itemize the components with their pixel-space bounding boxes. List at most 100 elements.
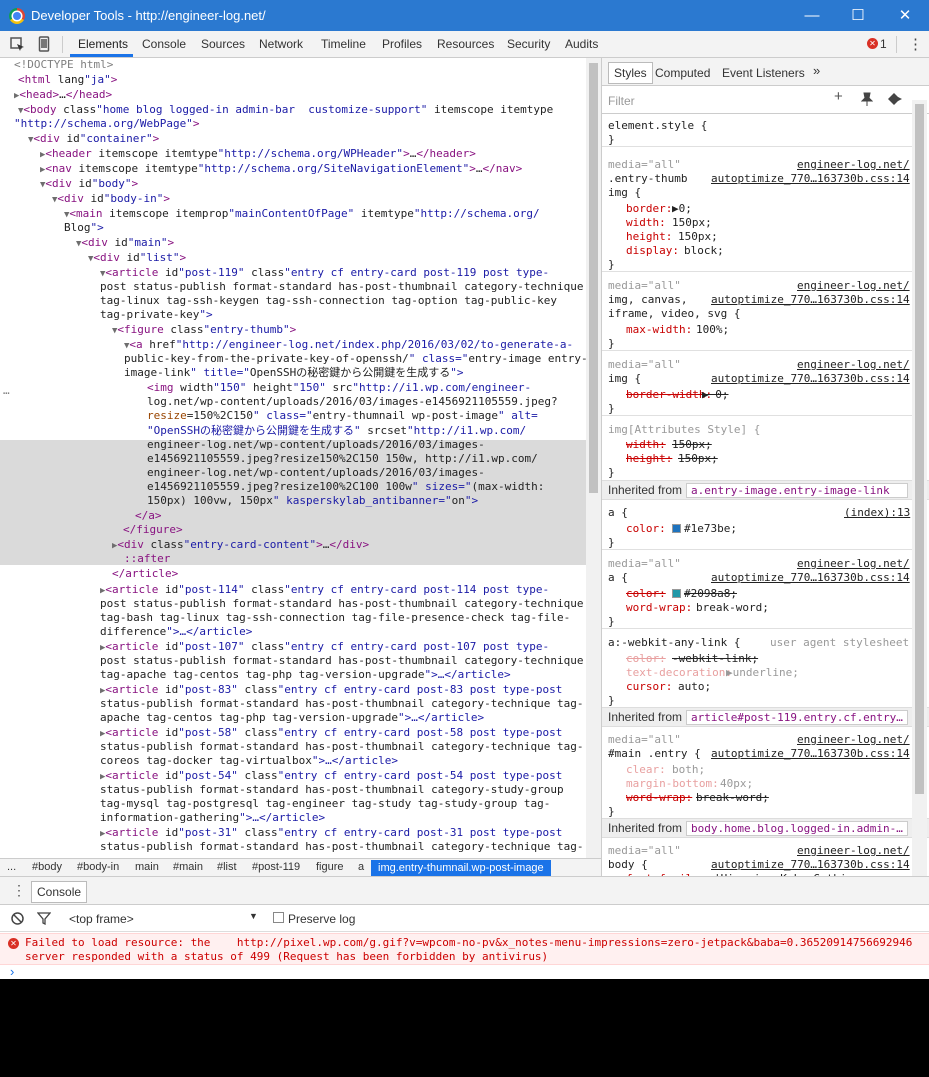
dom-node-line[interactable]: <html lang"ja">: [18, 73, 117, 87]
stylesheet-source-link[interactable]: engineer-log.net/: [797, 358, 910, 372]
css-property-name[interactable]: height:: [626, 230, 672, 244]
dom-node-line[interactable]: ▶<article id"post-83" class"entry cf ent…: [100, 683, 562, 697]
inspect-element-icon[interactable]: [10, 37, 25, 52]
breadcrumb-item[interactable]: #list: [217, 861, 237, 873]
inherited-selector-link[interactable]: body.home.blog.logged-in.admin-…: [686, 821, 908, 836]
css-property-name[interactable]: width:: [626, 216, 666, 230]
css-property-name[interactable]: display:: [626, 244, 679, 258]
dom-node-line[interactable]: <!DOCTYPE html>: [14, 58, 113, 72]
css-property-name[interactable]: color:: [626, 587, 666, 601]
dom-node-line[interactable]: log.net/wp-content/uploads/2016/03/image…: [147, 395, 558, 409]
dom-node-line[interactable]: post status-publish format-standard has-…: [100, 280, 583, 294]
tab-styles[interactable]: Styles: [608, 62, 653, 85]
dom-node-line[interactable]: 150px) 100vw, 150px" kasperskylab_antiba…: [147, 494, 478, 508]
inherited-selector-link[interactable]: article#post-119.entry.cf.entry…: [686, 710, 908, 725]
dom-node-line[interactable]: ▶<nav itemscope itemtype"http://schema.o…: [40, 162, 522, 176]
color-swatch[interactable]: [672, 524, 681, 533]
dom-node-line[interactable]: </figure>: [123, 523, 183, 537]
dom-node-line[interactable]: tag-apache tag-centos tag-php tag-versio…: [100, 668, 511, 682]
tab-security[interactable]: Security: [507, 37, 550, 51]
css-property-value[interactable]: 150px;: [678, 230, 718, 244]
breadcrumb-item[interactable]: a: [358, 861, 364, 873]
dom-node-line[interactable]: ▼<article id"post-119" class"entry cf en…: [100, 266, 549, 280]
css-property-name[interactable]: border:: [626, 202, 672, 216]
stylesheet-source-link[interactable]: engineer-log.net/: [797, 279, 910, 293]
stylesheet-source-link[interactable]: autoptimize_770…163730b.css:14: [711, 858, 910, 872]
minimize-button[interactable]: —: [789, 0, 835, 31]
error-count[interactable]: 1: [880, 37, 887, 51]
css-property-value[interactable]: block;: [684, 244, 724, 258]
dom-node-line[interactable]: ▼<main itemscope itemprop"mainContentOfP…: [64, 207, 540, 221]
stylesheet-source-link[interactable]: autoptimize_770…163730b.css:14: [711, 372, 910, 386]
css-property-name[interactable]: word-wrap:: [626, 791, 692, 805]
dom-node-line[interactable]: public-key-from-the-private-key-of-opens…: [124, 352, 586, 366]
dom-node-line[interactable]: post status-publish format-standard has-…: [100, 597, 583, 611]
css-property-value[interactable]: 40px;: [720, 777, 753, 791]
breadcrumb-item[interactable]: main: [135, 861, 159, 873]
tab-computed[interactable]: Computed: [655, 66, 710, 80]
error-text-line1[interactable]: Failed to load resource: the http://pixe…: [25, 936, 912, 950]
drawer-menu-icon[interactable]: ⋮: [12, 882, 26, 899]
breadcrumb-item[interactable]: #body: [32, 861, 62, 873]
breadcrumb-item[interactable]: #post-119: [252, 861, 300, 873]
dom-node-line[interactable]: ▶<header itemscope itemtype"http://schem…: [40, 147, 476, 161]
dom-node-line[interactable]: ▶<article id"post-54" class"entry cf ent…: [100, 769, 562, 783]
clear-console-icon[interactable]: [11, 912, 24, 925]
dom-node-line[interactable]: "OpenSSHの秘密鍵から公開鍵を生成する" srcset"http://i1…: [147, 424, 526, 438]
dom-node-line[interactable]: ▼<div id"container">: [28, 132, 159, 146]
breadcrumb-current[interactable]: img.entry-thumnail.wp-post-image: [371, 860, 551, 876]
more-menu-icon[interactable]: ⋮: [908, 35, 923, 53]
frame-selector[interactable]: <top frame>: [69, 912, 134, 926]
dom-node-line[interactable]: "http://schema.org/WebPage">: [14, 117, 199, 131]
stylesheet-source-link[interactable]: engineer-log.net/: [797, 557, 910, 571]
tab-console-drawer[interactable]: Console: [31, 881, 88, 903]
css-property-value[interactable]: -webkit-link;: [672, 652, 758, 666]
tab-profiles[interactable]: Profiles: [382, 37, 422, 51]
css-property-value[interactable]: #1e73be;: [684, 522, 737, 536]
css-property-value[interactable]: #2098a8;: [684, 587, 737, 601]
dom-node-line[interactable]: ▼<body class"home blog logged-in admin-b…: [18, 103, 553, 117]
css-property-value[interactable]: 150px;: [672, 438, 712, 452]
stylesheet-source-link[interactable]: autoptimize_770…163730b.css:14: [711, 747, 910, 761]
breadcrumb-item[interactable]: figure: [316, 861, 344, 873]
css-property-name[interactable]: height:: [626, 452, 672, 466]
css-property-name[interactable]: border-width:: [626, 388, 712, 402]
css-property-name[interactable]: color:: [626, 652, 666, 666]
breadcrumb-ellipsis[interactable]: ...: [7, 861, 16, 873]
css-property-value[interactable]: both;: [672, 763, 705, 777]
more-tabs-icon[interactable]: »: [813, 63, 820, 78]
tab-event-listeners[interactable]: Event Listeners: [722, 66, 805, 80]
new-style-rule-icon[interactable]: +: [834, 89, 843, 104]
breadcrumb-item[interactable]: #body-in: [77, 861, 119, 873]
css-property-value[interactable]: 150px;: [678, 452, 718, 466]
dom-node-line[interactable]: apache tag-centos tag-php tag-version-up…: [100, 711, 484, 725]
tab-elements[interactable]: Elements: [78, 37, 128, 51]
css-property-value[interactable]: 150px;: [672, 216, 712, 230]
console-prompt[interactable]: ›: [10, 965, 14, 978]
stylesheet-source-link[interactable]: (index):13: [844, 506, 910, 520]
dom-node-line[interactable]: status-publish format-standard has-post-…: [100, 697, 583, 711]
stylesheet-source-link[interactable]: autoptimize_770…163730b.css:14: [711, 571, 910, 585]
dom-node-line[interactable]: </article>: [112, 567, 178, 581]
dom-node-line[interactable]: <img width"150" height"150" src"http://i…: [147, 381, 531, 395]
css-property-name[interactable]: text-decoration:: [626, 666, 732, 680]
elements-tree[interactable]: … <!DOCTYPE html> <html lang"ja"> ▶<head>……: [0, 58, 586, 858]
dom-node-line[interactable]: ▼<div id"main">: [76, 236, 174, 250]
dom-node-line[interactable]: tag-bash tag-linux tag-ssh-connection ta…: [100, 611, 570, 625]
dom-node-line[interactable]: status-publish format-standard has-post-…: [100, 840, 583, 854]
css-property-name[interactable]: color:: [626, 522, 666, 536]
close-button[interactable]: ✕: [882, 0, 928, 31]
stylesheet-source-link[interactable]: autoptimize_770…163730b.css:14: [711, 293, 910, 307]
tab-sources[interactable]: Sources: [201, 37, 245, 51]
css-property-value[interactable]: 100%;: [696, 323, 729, 337]
element-state-icon[interactable]: [887, 92, 903, 106]
device-mode-icon[interactable]: [38, 36, 50, 52]
breadcrumb-item[interactable]: #main: [173, 861, 203, 873]
stylesheet-source-link[interactable]: engineer-log.net/: [797, 158, 910, 172]
dom-node-line[interactable]: ▼<div id"body-in">: [52, 192, 170, 206]
filter-icon[interactable]: [37, 912, 51, 925]
css-property-name[interactable]: clear:: [626, 763, 666, 777]
tab-console[interactable]: Console: [142, 37, 186, 51]
dom-node-line[interactable]: ▼<figure class"entry-thumb">: [112, 323, 296, 337]
dom-node-line[interactable]: engineer-log.net/wp-content/uploads/2016…: [147, 466, 485, 480]
